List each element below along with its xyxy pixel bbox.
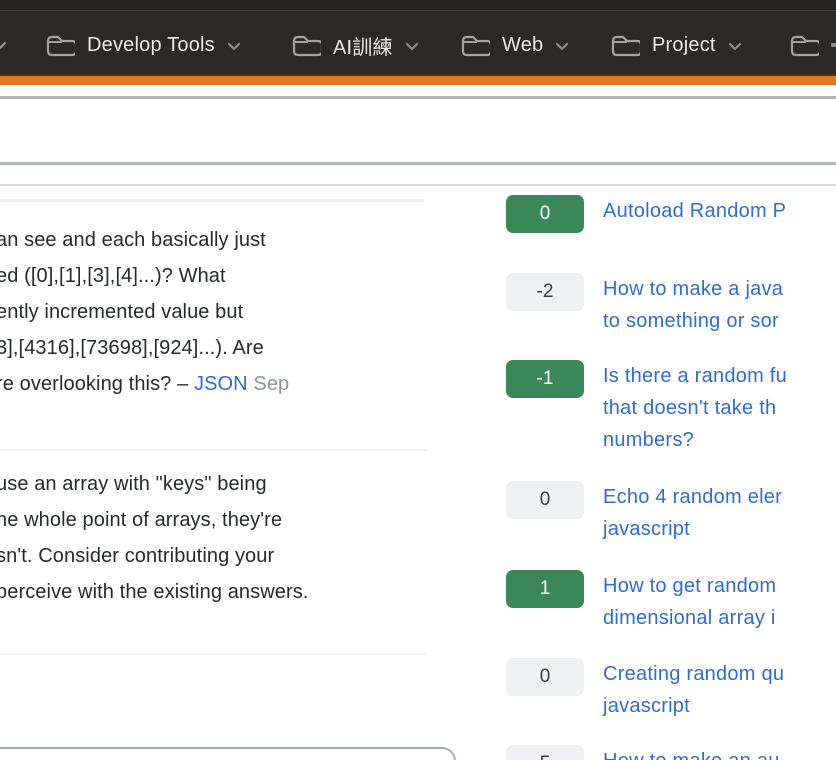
related-question-title-line: How to get random xyxy=(603,570,776,602)
comment-line: use an array with "keys" being xyxy=(0,466,456,502)
related-question-row: 5 How to make an au xyxy=(506,745,780,760)
related-question-title-line: How to make an au xyxy=(603,745,780,760)
comment-text: use an array with "keys" beinghe whole p… xyxy=(0,466,456,610)
comment-line: 3],[4316],[73698],[924]...). Are xyxy=(0,330,456,366)
comment-divider xyxy=(0,653,427,655)
vote-count-badge: -1 xyxy=(506,360,584,398)
vote-count-badge: 0 xyxy=(506,658,584,696)
comment-line: an see and each basically just xyxy=(0,222,456,258)
bookmark-overflow-chevron[interactable] xyxy=(0,30,7,60)
related-question-row: -2 How to make a javato something or sor xyxy=(506,273,783,337)
comment-line: he whole point of arrays, they're xyxy=(0,502,456,538)
related-question-title-line: javascript xyxy=(603,513,782,545)
related-question-title-line: dimensional array i xyxy=(603,602,776,634)
window-edge-line xyxy=(0,162,836,165)
related-question-title-line: Echo 4 random eler xyxy=(603,481,782,513)
related-question-row: -1 Is there a random futhat doesn't take … xyxy=(506,360,787,456)
comment-date: Sep xyxy=(253,373,289,395)
window-title-strip xyxy=(0,0,836,11)
related-question-link[interactable]: Creating random qujavascript xyxy=(603,658,784,722)
related-question-row: 0 Autoload Random P xyxy=(506,195,786,233)
add-comment-input[interactable] xyxy=(0,747,456,760)
folder-icon xyxy=(45,32,75,58)
related-question-title-line: Autoload Random P xyxy=(603,195,786,227)
vote-count-badge: 0 xyxy=(506,195,584,233)
related-question-title-line: Is there a random fu xyxy=(603,360,787,392)
comment-divider xyxy=(0,449,427,451)
comment-line: ed ([0],[1],[3],[4]...)? What xyxy=(0,258,456,294)
chevron-down-icon xyxy=(227,39,241,52)
bookmark-label: Web xyxy=(502,34,543,57)
comment-line: perceive with the existing answers. xyxy=(0,574,456,610)
comment-divider xyxy=(0,199,424,202)
related-question-title-line: Creating random qu xyxy=(603,658,784,690)
window-edge-line xyxy=(0,96,836,99)
folder-icon xyxy=(460,32,490,58)
clipped-bookmark-label-fragment xyxy=(831,43,836,47)
related-question-link[interactable]: Autoload Random P xyxy=(603,195,786,227)
bookmarks-bar: Develop Tools AI訓練 Web xyxy=(0,0,836,74)
related-question-row: 1 How to get randomdimensional array i xyxy=(506,570,776,634)
folder-icon xyxy=(789,32,819,58)
related-question-link[interactable]: How to get randomdimensional array i xyxy=(603,570,776,634)
related-question-link[interactable]: How to make an au xyxy=(603,745,780,760)
theme-accent-strip xyxy=(0,74,836,85)
bookmark-folder-web[interactable]: Web xyxy=(460,30,569,60)
chevron-down-icon xyxy=(405,39,419,52)
related-question-row: 0 Creating random qujavascript xyxy=(506,658,784,722)
vote-count-badge: 5 xyxy=(506,745,584,760)
related-question-link[interactable]: Is there a random futhat doesn't take th… xyxy=(603,360,787,456)
related-question-link[interactable]: How to make a javato something or sor xyxy=(603,273,783,337)
bookmark-label: Project xyxy=(652,34,716,57)
bookmark-folder-partial[interactable] xyxy=(789,30,819,60)
related-question-row: 0 Echo 4 random elerjavascript xyxy=(506,481,782,545)
bookmark-folder-develop-tools[interactable]: Develop Tools xyxy=(45,30,241,60)
chevron-down-icon xyxy=(0,38,7,52)
vote-count-badge: -2 xyxy=(506,273,584,311)
comment-line: ently incremented value but xyxy=(0,294,456,330)
related-question-title-line: javascript xyxy=(603,690,784,722)
bookmark-folder-ai-training[interactable]: AI訓練 xyxy=(291,30,419,60)
related-question-title-line: numbers? xyxy=(603,424,787,456)
bookmark-label: AI訓練 xyxy=(333,31,393,60)
comment-line: sn't. Consider contributing your xyxy=(0,538,456,574)
chevron-down-icon xyxy=(728,39,742,52)
related-question-title-line: How to make a java xyxy=(603,273,783,305)
bookmark-folder-project[interactable]: Project xyxy=(610,30,742,60)
vote-count-badge: 0 xyxy=(506,481,584,519)
comment-author-link[interactable]: JSON xyxy=(194,373,248,395)
folder-icon xyxy=(610,32,640,58)
related-question-title-line: that doesn't take th xyxy=(603,392,787,424)
folder-icon xyxy=(291,32,321,58)
related-question-link[interactable]: Echo 4 random elerjavascript xyxy=(603,481,782,545)
comment-text: an see and each basically justed ([0],[1… xyxy=(0,222,456,402)
content-top-border xyxy=(0,184,836,186)
comment-byline: re overlooking this? – JSON Sep xyxy=(0,366,456,402)
bookmark-label: Develop Tools xyxy=(87,34,215,57)
related-question-title-line: to something or sor xyxy=(603,305,783,337)
browser-window: Develop Tools AI訓練 Web xyxy=(0,0,836,760)
chevron-down-icon xyxy=(555,39,569,52)
vote-count-badge: 1 xyxy=(506,570,584,608)
